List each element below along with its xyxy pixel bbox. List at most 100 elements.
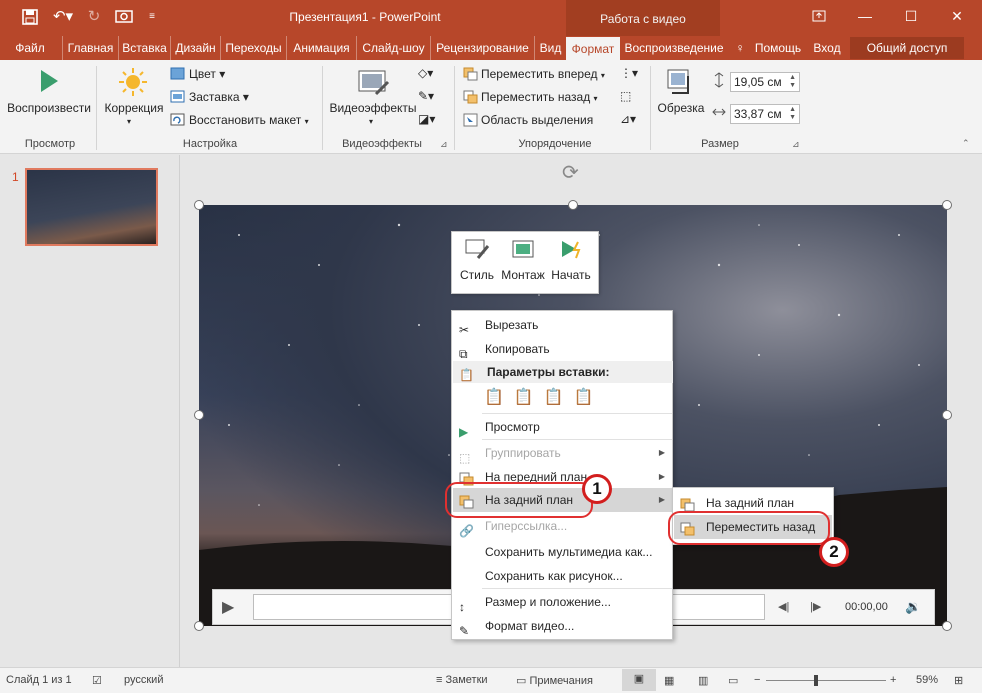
paste-options-header: 📋 Параметры вставки: (453, 361, 673, 383)
trim-button[interactable]: Монтаж (500, 232, 546, 292)
slide-number: 1 (12, 170, 19, 184)
resize-handle[interactable] (942, 410, 952, 420)
menu-item-preview[interactable]: ▶ Просмотр (453, 415, 673, 439)
menu-item-save-picture[interactable]: Сохранить как рисунок... (453, 564, 673, 588)
tab-insert[interactable]: Вставка (118, 36, 170, 60)
menu-item-format-video[interactable]: ✎ Формат видео... (453, 614, 673, 638)
zoom-in-icon[interactable]: + (890, 674, 896, 686)
step-badge-1: 1 (582, 474, 612, 504)
maximize-icon[interactable]: ☐ (895, 4, 927, 28)
rotate-handle-icon[interactable]: ⟳ (562, 160, 579, 185)
tab-file[interactable]: Файл (8, 36, 52, 60)
tab-home[interactable]: Главная (62, 36, 118, 60)
style-button[interactable]: Стиль (454, 232, 500, 292)
group-objects-icon[interactable]: ⬚ (620, 89, 631, 103)
tab-slideshow[interactable]: Слайд-шоу (356, 36, 430, 60)
selection-pane-button[interactable]: Область выделения (481, 113, 593, 127)
spellcheck-icon[interactable]: ☑ (92, 674, 102, 687)
tab-review[interactable]: Рецензирование (430, 36, 534, 60)
resize-handle[interactable] (942, 621, 952, 631)
rotate-icon[interactable]: ⊿▾ (620, 112, 636, 126)
resize-handle[interactable] (194, 410, 204, 420)
reset-design-label: Восстановить макет (189, 113, 302, 127)
dialog-launcher-icon[interactable]: ⊿ (440, 139, 448, 150)
notes-button[interactable]: ≡ Заметки (436, 674, 488, 686)
menu-item-label: Размер и положение... (485, 595, 611, 609)
paste-option-icons[interactable]: 📋📋📋📋 (484, 387, 604, 407)
menu-item-copy[interactable]: ⧉ Копировать (453, 337, 673, 361)
spinner-arrows-icon[interactable]: ▲ ▼ (789, 106, 796, 122)
menu-item-group[interactable]: ⬚ Группировать ▶ (453, 441, 673, 465)
step-badge-2: 2 (819, 537, 849, 567)
video-effects-small-icon[interactable]: ◪▾ (418, 112, 435, 126)
bring-forward-button[interactable]: Переместить вперед ▾ (481, 67, 605, 81)
height-field[interactable]: 19,05 см ▲ ▼ (730, 72, 800, 92)
resize-handle[interactable] (568, 200, 578, 210)
video-border-icon[interactable]: ✎▾ (418, 89, 434, 103)
scissors-icon: ✂ (459, 323, 470, 337)
tab-help[interactable]: Помощь (752, 36, 804, 60)
tab-transitions[interactable]: Переходы (220, 36, 286, 60)
size-position-icon: ↕ (459, 600, 465, 614)
resize-handle[interactable] (194, 200, 204, 210)
send-backward-button[interactable]: Переместить назад ▾ (481, 90, 598, 104)
resize-handle[interactable] (194, 621, 204, 631)
group-label-preview: Просмотр (24, 138, 76, 150)
video-shape-icon[interactable]: ◇▾ (418, 66, 433, 80)
step-forward-icon[interactable]: |▶ (810, 600, 821, 613)
menu-item-label: Вырезать (485, 318, 539, 332)
zoom-out-icon[interactable]: − (754, 674, 760, 686)
send-backward-label: Переместить назад (481, 90, 591, 104)
width-value: 33,87 см (734, 107, 782, 121)
tab-view[interactable]: Вид (534, 36, 566, 60)
save-icon[interactable] (18, 6, 42, 28)
volume-icon[interactable]: 🔉 (905, 599, 921, 615)
redo-icon[interactable]: ↻ (84, 6, 104, 28)
dialog-launcher-icon[interactable]: ⊿ (792, 139, 800, 150)
color-button[interactable]: Цвет ▾ (189, 67, 225, 81)
sun-icon (117, 66, 149, 101)
corrections-button[interactable]: Коррекция (100, 101, 168, 115)
zoom-level[interactable]: 59% (916, 674, 938, 686)
step-back-icon[interactable]: ◀| (778, 600, 789, 613)
menu-item-label: Сохранить как рисунок... (485, 569, 623, 583)
tab-format[interactable]: Формат (566, 37, 620, 60)
reset-design-button[interactable]: Восстановить макет ▾ (189, 113, 309, 127)
customize-qat-icon[interactable]: ≡ (144, 6, 160, 28)
resize-handle[interactable] (942, 200, 952, 210)
close-icon[interactable]: ✕ (941, 4, 973, 28)
share-button[interactable]: Общий доступ (850, 37, 964, 59)
video-effects-button[interactable]: Видеоэффекты (326, 101, 420, 115)
annotation-highlight (668, 511, 830, 545)
language-indicator[interactable]: русский (124, 674, 163, 686)
undo-icon[interactable]: ↶▾ (48, 6, 78, 28)
menu-item-cut[interactable]: ✂ Вырезать (453, 313, 673, 337)
width-field[interactable]: 33,87 см ▲ ▼ (730, 104, 800, 124)
reading-view-icon[interactable]: ▥ (698, 674, 708, 687)
ribbon-display-icon[interactable] (803, 4, 835, 28)
menu-item-size-position[interactable]: ↕ Размер и положение... (453, 590, 673, 614)
poster-frame-button[interactable]: Заставка ▾ (189, 90, 249, 104)
play-button[interactable]: Воспроизвести (4, 101, 94, 115)
menu-item-save-media[interactable]: Сохранить мультимедиа как... (453, 540, 673, 564)
collapse-ribbon-icon[interactable]: ⌃ (962, 138, 970, 149)
zoom-slider-track[interactable] (766, 680, 886, 681)
fit-slide-icon[interactable]: ⊞ (954, 674, 963, 687)
tab-playback[interactable]: Воспроизведение (622, 36, 726, 60)
tab-signin[interactable]: Вход (812, 36, 842, 60)
start-button[interactable]: Начать (548, 232, 594, 292)
tab-design[interactable]: Дизайн (170, 36, 220, 60)
normal-view-icon[interactable]: ▣ (622, 669, 656, 691)
slideshow-view-icon[interactable]: ▭ (728, 674, 738, 687)
slide-sorter-icon[interactable]: ▦ (664, 674, 674, 687)
zoom-slider-thumb[interactable] (814, 675, 818, 686)
comments-button[interactable]: ▭ Примечания (516, 674, 593, 687)
tab-animation[interactable]: Анимация (286, 36, 356, 60)
record-icon[interactable] (112, 6, 136, 28)
minimize-icon[interactable]: — (849, 4, 881, 28)
crop-button[interactable]: Обрезка (654, 101, 708, 115)
play-pause-icon[interactable]: ▶ (222, 597, 234, 617)
spinner-arrows-icon[interactable]: ▲ ▼ (789, 74, 796, 90)
align-icon[interactable]: ⋮▾ (620, 66, 638, 80)
slide-thumbnail[interactable] (25, 168, 158, 246)
